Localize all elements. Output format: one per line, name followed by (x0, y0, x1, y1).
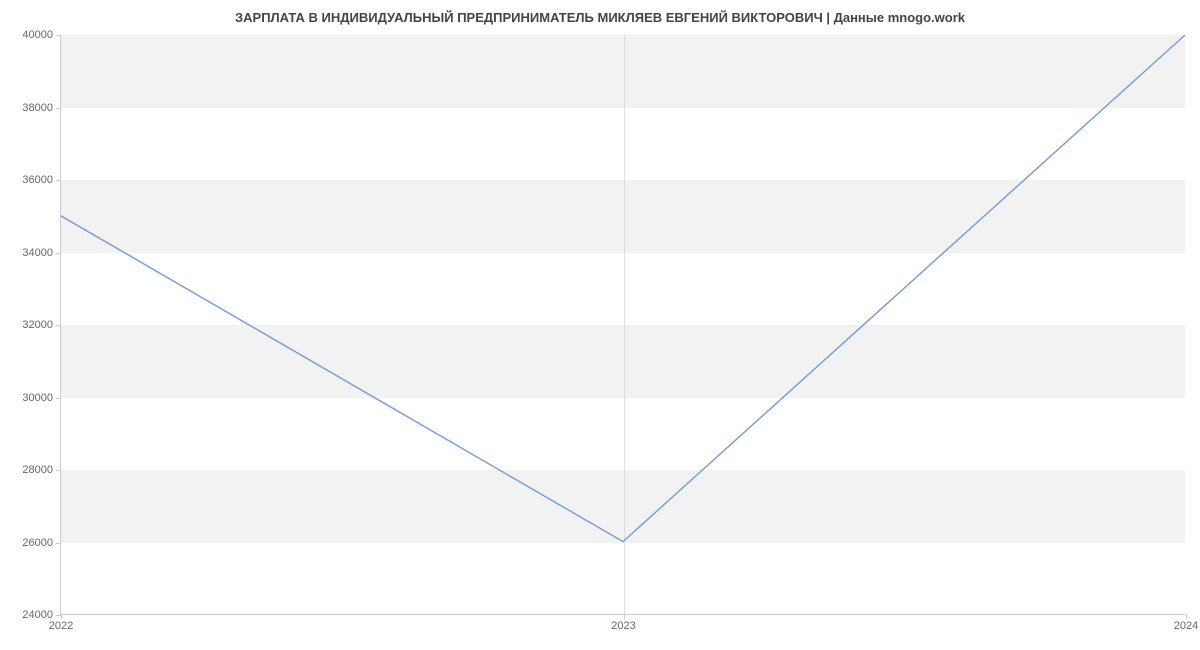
y-tick-label: 34000 (22, 247, 53, 259)
x-tick-label: 2022 (49, 620, 73, 632)
y-tick-label: 30000 (22, 392, 53, 404)
line-series (61, 35, 1185, 542)
y-tick-mark (56, 253, 61, 254)
x-tick-mark (624, 614, 625, 619)
y-tick-label: 26000 (22, 537, 53, 549)
y-tick-mark (56, 470, 61, 471)
y-tick-label: 28000 (22, 464, 53, 476)
y-tick-label: 36000 (22, 174, 53, 186)
y-tick-mark (56, 180, 61, 181)
y-tick-mark (56, 398, 61, 399)
y-tick-label: 38000 (22, 102, 53, 114)
x-tick-mark (61, 614, 62, 619)
y-tick-mark (56, 325, 61, 326)
y-tick-mark (56, 35, 61, 36)
plot-area: 2400026000280003000032000340003600038000… (60, 35, 1185, 615)
x-tick-label: 2023 (611, 620, 635, 632)
y-tick-mark (56, 543, 61, 544)
y-tick-label: 40000 (22, 29, 53, 41)
x-tick-label: 2024 (1174, 620, 1198, 632)
y-tick-label: 32000 (22, 319, 53, 331)
chart-container: 2400026000280003000032000340003600038000… (60, 35, 1185, 615)
y-tick-mark (56, 108, 61, 109)
x-tick-mark (1186, 614, 1187, 619)
data-line (61, 35, 1185, 614)
chart-title: ЗАРПЛАТА В ИНДИВИДУАЛЬНЫЙ ПРЕДПРИНИМАТЕЛ… (0, 0, 1200, 30)
